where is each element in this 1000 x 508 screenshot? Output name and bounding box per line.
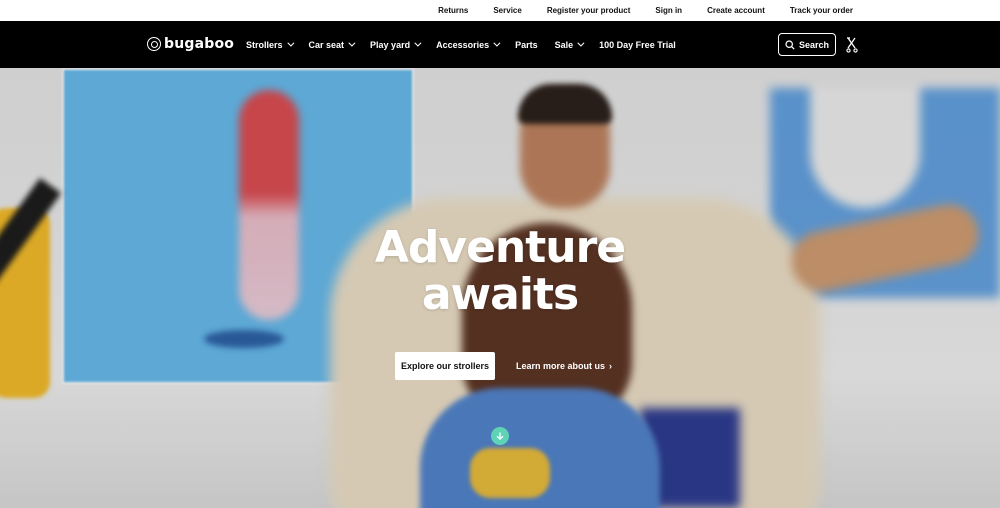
search-label: Search <box>798 39 830 50</box>
register-product-link[interactable]: Register your product <box>547 6 631 15</box>
stroller-cart-icon[interactable] <box>845 37 859 53</box>
chevron-down-icon <box>348 39 356 47</box>
chevron-down-icon <box>577 39 585 47</box>
bugaboo-logo[interactable]: bugaboo <box>147 37 234 51</box>
sign-in-link[interactable]: Sign in <box>655 6 682 15</box>
create-account-link[interactable]: Create account <box>707 6 765 15</box>
logo-text: bugaboo <box>164 36 235 52</box>
nav-item-label: Parts <box>515 39 538 50</box>
primary-nav-links: Strollers Car seat Play yard Accessories… <box>246 21 693 68</box>
learn-more-link[interactable]: Learn more about us › <box>516 352 612 380</box>
nav-item-play-yard[interactable]: Play yard <box>370 39 422 50</box>
chevron-down-icon <box>414 39 422 47</box>
hero-title: Adventure awaits <box>0 224 1000 318</box>
nav-item-car-seat[interactable]: Car seat <box>308 39 356 50</box>
chevron-down-icon <box>493 39 501 47</box>
utility-bar: Returns Service Register your product Si… <box>0 0 1000 21</box>
explore-strollers-button[interactable]: Explore our strollers <box>395 352 495 380</box>
learn-more-label: Learn more about us <box>516 361 606 371</box>
hero-title-line2: awaits <box>421 269 579 320</box>
hero-banner: Adventure awaits Explore our strollers L… <box>0 68 1000 508</box>
scroll-down-button[interactable] <box>491 427 509 445</box>
main-nav: bugaboo Strollers Car seat Play yard Acc… <box>0 21 1000 68</box>
service-link[interactable]: Service <box>493 6 521 15</box>
track-order-link[interactable]: Track your order <box>790 6 853 15</box>
nav-item-sale[interactable]: Sale <box>554 39 585 50</box>
search-button[interactable]: Search <box>778 33 836 56</box>
nav-item-label: Play yard <box>370 39 411 50</box>
nav-item-label: Car seat <box>308 39 345 50</box>
nav-item-accessories[interactable]: Accessories <box>436 39 501 50</box>
arrow-down-icon <box>496 432 504 441</box>
nav-item-free-trial[interactable]: 100 Day Free Trial <box>599 40 676 50</box>
chevron-down-icon <box>286 39 294 47</box>
nav-item-label: 100 Day Free Trial <box>599 39 676 50</box>
bugaboo-logo-icon <box>147 37 161 51</box>
nav-item-label: Strollers <box>246 39 283 50</box>
chevron-right-icon: › <box>609 361 613 371</box>
hero-title-line1: Adventure <box>374 222 626 273</box>
search-icon <box>785 39 795 50</box>
nav-item-parts[interactable]: Parts <box>515 40 538 50</box>
returns-link[interactable]: Returns <box>438 6 468 15</box>
nav-item-strollers[interactable]: Strollers <box>246 39 294 50</box>
nav-item-label: Sale <box>554 39 574 50</box>
nav-item-label: Accessories <box>436 39 490 50</box>
